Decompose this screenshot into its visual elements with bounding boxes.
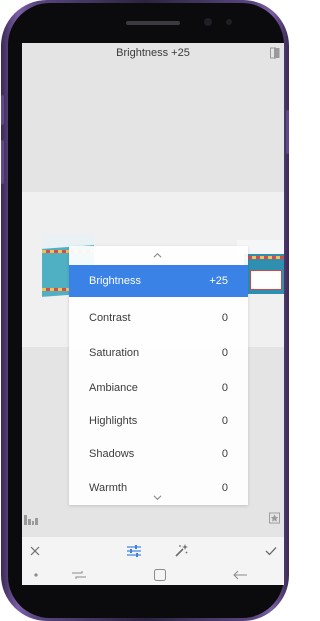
system-nav-bar bbox=[22, 565, 284, 585]
chevron-up-icon[interactable] bbox=[153, 251, 162, 260]
volume-button bbox=[1, 95, 4, 125]
bixby-button bbox=[1, 140, 4, 184]
close-icon[interactable] bbox=[30, 546, 40, 556]
tune-item-label: Brightness bbox=[89, 275, 141, 287]
tune-item-brightness[interactable]: Brightness +25 bbox=[69, 265, 248, 297]
back-arrow-icon[interactable] bbox=[233, 570, 247, 580]
phone-frame: Brightness +25 Brightness +25 Contrast 0… bbox=[1, 0, 289, 621]
box-label bbox=[250, 270, 282, 290]
histogram-icon[interactable] bbox=[24, 513, 38, 525]
tune-item-highlights[interactable]: Highlights 0 bbox=[69, 405, 248, 437]
tune-item-label: Shadows bbox=[89, 448, 135, 460]
tune-item-value: 0 bbox=[221, 482, 228, 494]
proximity-sensor bbox=[226, 19, 232, 25]
tune-item-shadows[interactable]: Shadows 0 bbox=[69, 438, 248, 470]
bookmark-icon[interactable] bbox=[269, 512, 280, 524]
tune-item-contrast[interactable]: Contrast 0 bbox=[69, 302, 248, 334]
front-camera bbox=[204, 18, 212, 26]
chevron-down-icon[interactable] bbox=[153, 493, 162, 502]
tune-item-saturation[interactable]: Saturation 0 bbox=[69, 337, 248, 369]
sliders-icon[interactable] bbox=[127, 545, 141, 557]
app-screen: Brightness +25 Brightness +25 Contrast 0… bbox=[22, 43, 284, 585]
checkmark-icon[interactable] bbox=[265, 546, 277, 556]
phone-bezel: Brightness +25 Brightness +25 Contrast 0… bbox=[8, 3, 284, 618]
tune-item-label: Highlights bbox=[89, 415, 138, 427]
recents-icon[interactable] bbox=[72, 570, 86, 580]
tune-item-value: 0 bbox=[221, 347, 228, 359]
tune-item-label: Contrast bbox=[89, 312, 131, 324]
magic-wand-icon[interactable] bbox=[174, 544, 188, 558]
power-button bbox=[286, 110, 289, 154]
box-pattern bbox=[244, 256, 284, 259]
tune-item-label: Saturation bbox=[89, 347, 140, 359]
compare-icon[interactable] bbox=[270, 47, 280, 59]
tune-item-ambiance[interactable]: Ambiance 0 bbox=[69, 372, 248, 404]
tune-item-value: 0 bbox=[221, 448, 228, 460]
tune-item-label: Ambiance bbox=[89, 382, 138, 394]
tune-item-value: +25 bbox=[209, 275, 228, 287]
tune-panel: Brightness +25 Contrast 0 Saturation 0 A… bbox=[69, 246, 248, 505]
page-title: Brightness +25 bbox=[116, 47, 190, 59]
tune-item-value: 0 bbox=[221, 382, 228, 394]
edit-toolbar bbox=[22, 537, 284, 565]
earpiece-speaker bbox=[126, 21, 180, 25]
tune-item-value: 0 bbox=[221, 312, 228, 324]
home-icon[interactable] bbox=[154, 569, 166, 581]
tune-item-value: 0 bbox=[221, 415, 228, 427]
tune-item-label: Warmth bbox=[89, 482, 128, 494]
dot-icon bbox=[34, 573, 38, 577]
